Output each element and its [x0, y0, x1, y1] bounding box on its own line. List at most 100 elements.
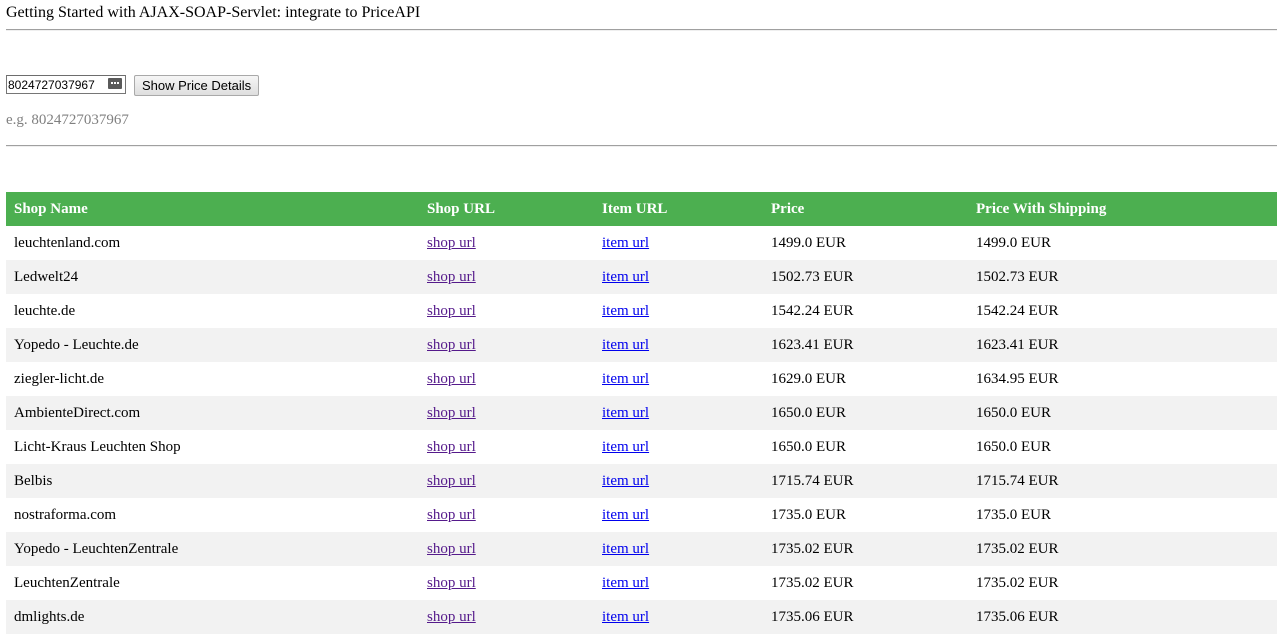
- item-url-link[interactable]: item url: [602, 473, 649, 489]
- item-url-link[interactable]: item url: [602, 371, 649, 387]
- item-url-cell: item url: [594, 226, 763, 260]
- price-cell: 1629.0 EUR: [763, 362, 968, 396]
- scrollbar[interactable]: [1278, 0, 1288, 633]
- table-row: AmbienteDirect.com shop url item url 1650.0…: [6, 396, 1277, 430]
- table-row: Ledwelt24 shop url item url 1502.73 EUR 1502…: [6, 260, 1277, 294]
- item-url-cell: item url: [594, 328, 763, 362]
- price-table: Shop Name Shop URL Item URL Price Price …: [6, 192, 1277, 634]
- price-with-shipping-cell: 1650.0 EUR: [968, 396, 1277, 430]
- item-url-link[interactable]: item url: [602, 507, 649, 523]
- price-cell: 1542.24 EUR: [763, 294, 968, 328]
- shop-url-link[interactable]: shop url: [427, 337, 476, 353]
- shop-url-link[interactable]: shop url: [427, 439, 476, 455]
- shop-url-link[interactable]: shop url: [427, 269, 476, 285]
- input-hint: e.g. 8024727037967: [6, 112, 129, 128]
- shop-url-cell: shop url: [419, 362, 594, 396]
- shop-url-link[interactable]: shop url: [427, 507, 476, 523]
- divider: [6, 29, 1277, 31]
- item-url-link[interactable]: item url: [602, 541, 649, 557]
- price-with-shipping-cell: 1735.0 EUR: [968, 498, 1277, 532]
- shop-url-cell: shop url: [419, 396, 594, 430]
- shop-url-link[interactable]: shop url: [427, 609, 476, 625]
- price-cell: 1715.74 EUR: [763, 464, 968, 498]
- price-with-shipping-cell: 1542.24 EUR: [968, 294, 1277, 328]
- item-url-cell: item url: [594, 430, 763, 464]
- price-with-shipping-cell: 1502.73 EUR: [968, 260, 1277, 294]
- item-url-link[interactable]: item url: [602, 439, 649, 455]
- price-cell: 1499.0 EUR: [763, 226, 968, 260]
- item-url-cell: item url: [594, 362, 763, 396]
- column-header-item-url: Item URL: [594, 192, 763, 226]
- item-url-cell: item url: [594, 396, 763, 430]
- column-header-price-with-shipping: Price With Shipping: [968, 192, 1277, 226]
- show-price-details-button[interactable]: Show Price Details: [134, 75, 260, 96]
- item-url-link[interactable]: item url: [602, 609, 649, 625]
- item-url-link[interactable]: item url: [602, 575, 649, 591]
- shop-name-cell: dmlights.de: [6, 600, 419, 634]
- table-row: leuchtenland.com shop url item url 1499.0 E…: [6, 226, 1277, 260]
- table-header-row: Shop Name Shop URL Item URL Price Price …: [6, 192, 1277, 226]
- item-url-link[interactable]: item url: [602, 235, 649, 251]
- shop-url-link[interactable]: shop url: [427, 541, 476, 557]
- shop-url-cell: shop url: [419, 226, 594, 260]
- shop-url-cell: shop url: [419, 498, 594, 532]
- shop-url-cell: shop url: [419, 430, 594, 464]
- table-row: Yopedo - Leuchte.de shop url item url 1623.…: [6, 328, 1277, 362]
- price-cell: 1735.02 EUR: [763, 566, 968, 600]
- table-row: Belbis shop url item url 1715.74 EUR 1715.74…: [6, 464, 1277, 498]
- price-with-shipping-cell: 1650.0 EUR: [968, 430, 1277, 464]
- shop-url-cell: shop url: [419, 600, 594, 634]
- shop-url-cell: shop url: [419, 328, 594, 362]
- shop-url-cell: shop url: [419, 566, 594, 600]
- shop-name-cell: leuchte.de: [6, 294, 419, 328]
- price-cell: 1502.73 EUR: [763, 260, 968, 294]
- divider: [6, 145, 1277, 147]
- column-header-price: Price: [763, 192, 968, 226]
- shop-url-link[interactable]: shop url: [427, 235, 476, 251]
- shop-url-cell: shop url: [419, 464, 594, 498]
- table-row: nostraforma.com shop url item url 1735.0 EU…: [6, 498, 1277, 532]
- shop-name-cell: nostraforma.com: [6, 498, 419, 532]
- shop-name-cell: Licht-Kraus Leuchten Shop: [6, 430, 419, 464]
- table-row: dmlights.de shop url item url 1735.06 EUR 17…: [6, 600, 1277, 634]
- column-header-shop-name: Shop Name: [6, 192, 419, 226]
- shop-url-link[interactable]: shop url: [427, 473, 476, 489]
- item-url-link[interactable]: item url: [602, 405, 649, 421]
- column-header-shop-url: Shop URL: [419, 192, 594, 226]
- shop-name-cell: leuchtenland.com: [6, 226, 419, 260]
- price-with-shipping-cell: 1499.0 EUR: [968, 226, 1277, 260]
- shop-url-cell: shop url: [419, 532, 594, 566]
- item-url-cell: item url: [594, 260, 763, 294]
- shop-url-link[interactable]: shop url: [427, 575, 476, 591]
- shop-name-cell: Ledwelt24: [6, 260, 419, 294]
- price-cell: 1650.0 EUR: [763, 396, 968, 430]
- table-row: ziegler-licht.de shop url item url 1629.0 E…: [6, 362, 1277, 396]
- price-with-shipping-cell: 1735.02 EUR: [968, 566, 1277, 600]
- shop-url-link[interactable]: shop url: [427, 371, 476, 387]
- price-with-shipping-cell: 1634.95 EUR: [968, 362, 1277, 396]
- item-url-link[interactable]: item url: [602, 337, 649, 353]
- table-row: LeuchtenZentrale shop url item url 1735.02 …: [6, 566, 1277, 600]
- product-id-field[interactable]: [6, 75, 126, 94]
- table-row: leuchte.de shop url item url 1542.24 EUR 154…: [6, 294, 1277, 328]
- shop-url-link[interactable]: shop url: [427, 405, 476, 421]
- price-with-shipping-cell: 1735.02 EUR: [968, 532, 1277, 566]
- item-url-cell: item url: [594, 566, 763, 600]
- page-title: Getting Started with AJAX-SOAP-Servlet: …: [6, 4, 421, 21]
- shop-name-cell: ziegler-licht.de: [6, 362, 419, 396]
- shop-name-cell: Belbis: [6, 464, 419, 498]
- item-url-link[interactable]: item url: [602, 269, 649, 285]
- item-url-cell: item url: [594, 294, 763, 328]
- product-id-input[interactable]: [7, 76, 108, 94]
- price-cell: 1650.0 EUR: [763, 430, 968, 464]
- shop-url-link[interactable]: shop url: [427, 303, 476, 319]
- ellipsis-icon[interactable]: [108, 78, 122, 89]
- shop-url-cell: shop url: [419, 294, 594, 328]
- item-url-cell: item url: [594, 464, 763, 498]
- shop-url-cell: shop url: [419, 260, 594, 294]
- item-url-cell: item url: [594, 600, 763, 634]
- item-url-link[interactable]: item url: [602, 303, 649, 319]
- price-with-shipping-cell: 1715.74 EUR: [968, 464, 1277, 498]
- item-url-cell: item url: [594, 532, 763, 566]
- table-row: Licht-Kraus Leuchten Shop shop url item ur…: [6, 430, 1277, 464]
